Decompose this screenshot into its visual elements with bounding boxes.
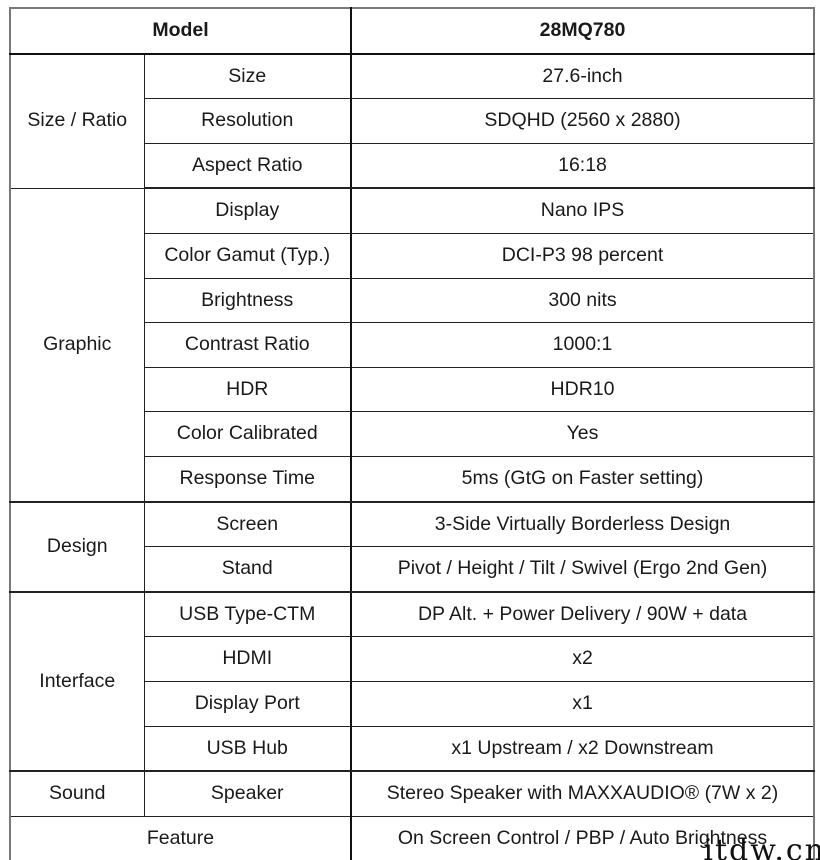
header-model-value: 28MQ780 [350, 7, 815, 55]
spec-label: Display Port [143, 680, 352, 727]
spec-label: USB Type-CTM [143, 591, 352, 638]
spec-value: Yes [350, 411, 815, 457]
spec-value: Nano IPS [350, 187, 815, 234]
spec-value: Pivot / Height / Tilt / Swivel (Ergo 2nd… [350, 546, 815, 593]
table-row: Sound Speaker Stereo Speaker with MAXXAU… [9, 770, 815, 817]
spec-value: SDQHD (2560 x 2880) [350, 98, 815, 144]
spec-value: 5ms (GtG on Faster setting) [350, 455, 815, 503]
table-row: Design Screen 3-Side Virtually Borderles… [9, 501, 815, 593]
spec-value: DP Alt. + Power Delivery / 90W + data [350, 591, 815, 638]
table-row: Interface USB Type-CTM DP Alt. + Power D… [9, 591, 815, 773]
spec-value: HDR10 [350, 366, 815, 413]
spec-value: x2 [350, 636, 815, 682]
spec-value: 16:18 [350, 142, 815, 190]
header-model-label: Model [9, 7, 352, 55]
category-design: Design [9, 501, 145, 593]
spec-label: Color Gamut (Typ.) [143, 232, 352, 279]
spec-label: Aspect Ratio [143, 142, 352, 190]
spec-value: 27.6-inch [350, 53, 815, 100]
table-row: Graphic Display Nano IPS [9, 187, 815, 503]
spec-value: 3-Side Virtually Borderless Design [350, 501, 815, 548]
watermark: itdw.cn [703, 833, 820, 860]
header-row: Model 28MQ780 [9, 7, 815, 55]
spec-value: Stereo Speaker with MAXXAUDIO® (7W x 2) [350, 770, 815, 817]
spec-value: x1 [350, 680, 815, 727]
spec-label: Screen [143, 501, 352, 548]
spec-value: 1000:1 [350, 322, 815, 368]
spec-label: Speaker [143, 770, 352, 817]
spec-label: Brightness [143, 277, 352, 324]
feature-label: Feature [9, 815, 352, 860]
spec-label: Response Time [143, 455, 352, 503]
spec-value: x1 Upstream / x2 Downstream [350, 725, 815, 773]
spec-value: 300 nits [350, 277, 815, 324]
spec-label: Color Calibrated [143, 411, 352, 457]
spec-table: Model 28MQ780 Size / Ratio Size 27.6-inc… [9, 7, 815, 860]
spec-label: HDR [143, 366, 352, 413]
spec-label: Resolution [143, 98, 352, 144]
category-interface: Interface [9, 591, 145, 773]
table-row: Size / Ratio Size 27.6-inch [9, 53, 815, 189]
spec-label: Contrast Ratio [143, 322, 352, 368]
category-graphic: Graphic [9, 187, 145, 503]
spec-label: Size [143, 53, 352, 100]
spec-label: Display [143, 187, 352, 234]
feature-row: Feature On Screen Control / PBP / Auto B… [9, 815, 815, 860]
spec-value: DCI-P3 98 percent [350, 232, 815, 279]
spec-label: HDMI [143, 636, 352, 682]
category-size-ratio: Size / Ratio [9, 53, 145, 189]
spec-label: USB Hub [143, 725, 352, 773]
category-sound: Sound [9, 770, 145, 817]
spec-label: Stand [143, 546, 352, 593]
